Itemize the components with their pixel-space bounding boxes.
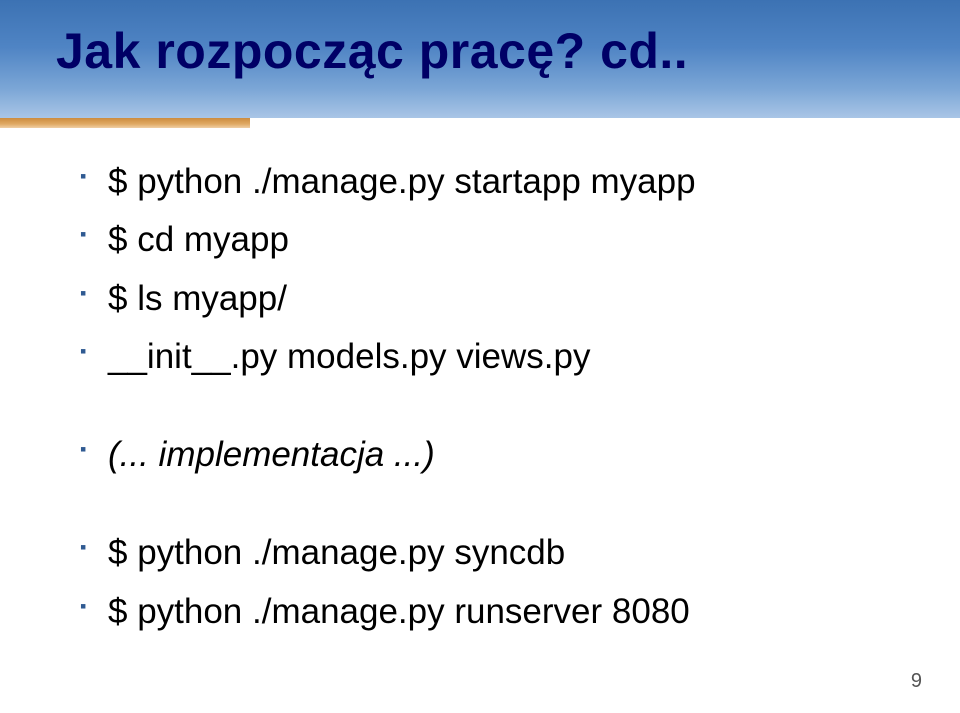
bullet-list: $ python ./manage.py startapp myapp $ cd… (80, 155, 880, 384)
bullet-item: $ python ./manage.py runserver 8080 (80, 585, 880, 639)
slide-content: $ python ./manage.py startapp myapp $ cd… (80, 155, 880, 643)
slide-title: Jak rozpocząc pracę? cd.. (56, 22, 688, 80)
bullet-item: __init__.py models.py views.py (80, 330, 880, 384)
bullet-list: (... implementacja ...) (80, 428, 880, 482)
bullet-item: $ cd myapp (80, 213, 880, 267)
bullet-list: $ python ./manage.py syncdb $ python ./m… (80, 526, 880, 639)
page-number: 9 (911, 670, 922, 693)
bullet-item: (... implementacja ...) (80, 428, 880, 482)
bullet-item: $ python ./manage.py startapp myapp (80, 155, 880, 209)
bullet-item: $ python ./manage.py syncdb (80, 526, 880, 580)
bullet-item: $ ls myapp/ (80, 272, 880, 326)
spacer (80, 388, 880, 428)
slide: Jak rozpocząc pracę? cd.. $ python ./man… (0, 0, 960, 713)
accent-strip (0, 118, 250, 128)
spacer (80, 486, 880, 526)
